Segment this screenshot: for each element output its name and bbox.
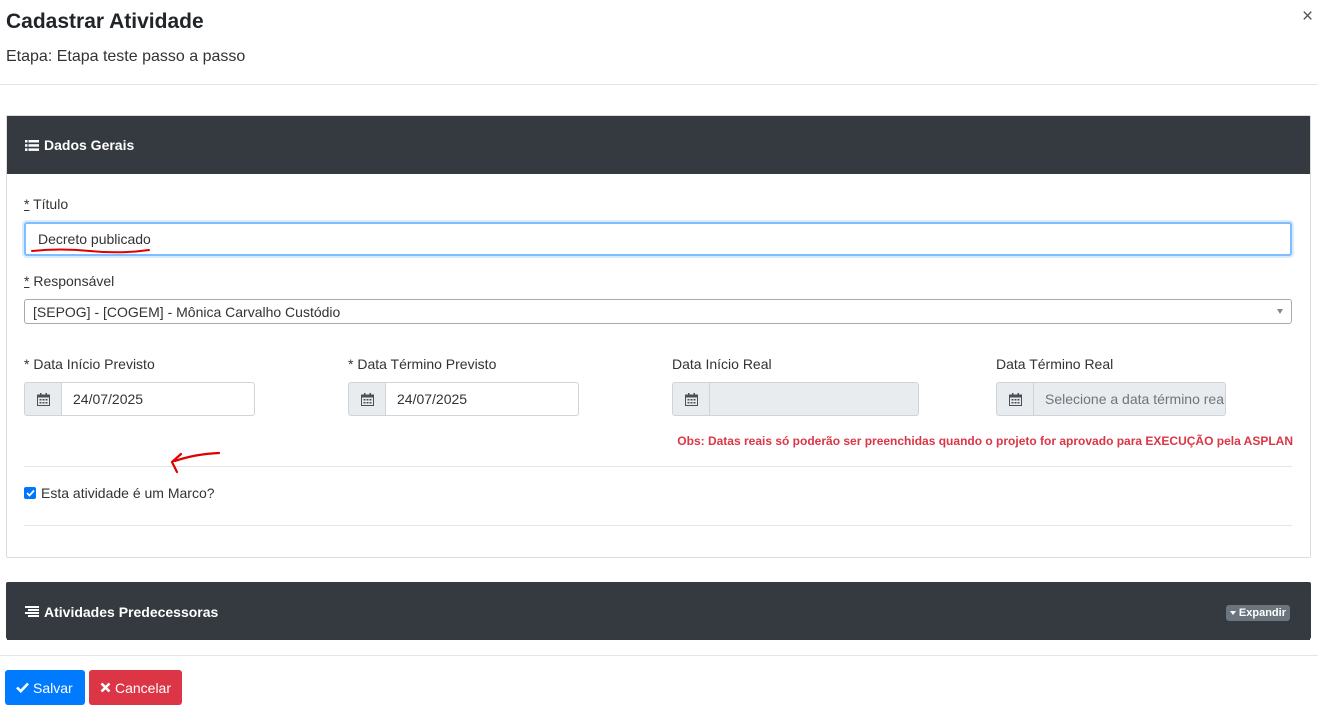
close-button[interactable]: ×	[1302, 7, 1313, 26]
calendar-icon[interactable]	[348, 382, 385, 416]
dados-gerais-header: Dados Gerais	[7, 116, 1310, 174]
chevron-down-icon	[1277, 309, 1283, 314]
times-icon	[100, 682, 111, 693]
modal-subtitle: Etapa: Etapa teste passo a passo	[6, 48, 246, 65]
titulo-label: * Título	[24, 196, 68, 212]
expand-label: Expandir	[1238, 607, 1286, 619]
data-termino-real-input[interactable]: Selecione a data término real	[1033, 382, 1226, 416]
data-inicio-real-group	[672, 382, 919, 416]
data-termino-real-group: Selecione a data término real	[996, 382, 1226, 416]
list-icon	[25, 606, 39, 617]
data-inicio-previsto-label: * Data Início Previsto	[24, 356, 155, 372]
calendar-icon[interactable]	[996, 382, 1033, 416]
data-inicio-real-label: Data Início Real	[672, 356, 772, 372]
divider	[24, 466, 1292, 467]
data-inicio-previsto-group: 24/07/2025	[24, 382, 255, 416]
cancel-button[interactable]: Cancelar	[89, 670, 182, 705]
responsavel-label-text: Responsável	[29, 273, 115, 289]
footer-divider	[0, 655, 1318, 656]
titulo-value: Decreto publicado	[38, 231, 151, 247]
modal-title: Cadastrar Atividade	[6, 10, 204, 33]
titulo-label-text: Título	[29, 196, 69, 212]
list-icon	[25, 139, 39, 151]
dados-gerais-title: Dados Gerais	[44, 137, 135, 153]
atividades-predecessoras-card: Atividades Predecessoras Expandir	[6, 582, 1311, 640]
save-label: Salvar	[33, 679, 73, 696]
atividades-predecessoras-title: Atividades Predecessoras	[44, 603, 219, 620]
responsavel-select[interactable]: [SEPOG] - [COGEM] - Mônica Carvalho Cust…	[24, 299, 1292, 324]
data-termino-previsto-label: * Data Término Previsto	[348, 356, 497, 372]
titulo-input[interactable]: Decreto publicado	[24, 222, 1292, 256]
expand-button[interactable]: Expandir	[1225, 605, 1290, 621]
data-termino-previsto-group: 24/07/2025	[348, 382, 579, 416]
cancel-label: Cancelar	[114, 679, 171, 696]
calendar-icon[interactable]	[672, 382, 709, 416]
data-termino-previsto-input[interactable]: 24/07/2025	[385, 382, 579, 416]
modal-header: Cadastrar Atividade Etapa: Etapa teste p…	[0, 0, 1318, 85]
check-icon	[16, 682, 29, 693]
atividades-predecessoras-header[interactable]: Atividades Predecessoras Expandir	[7, 583, 1310, 640]
responsavel-value: [SEPOG] - [COGEM] - Mônica Carvalho Cust…	[33, 303, 341, 320]
data-inicio-real-input[interactable]	[709, 382, 919, 416]
divider	[24, 525, 1292, 526]
marco-checkbox[interactable]	[24, 487, 36, 499]
save-button[interactable]: Salvar	[5, 670, 85, 705]
data-termino-real-label: Data Término Real	[996, 356, 1114, 372]
responsavel-label: * Responsável	[24, 273, 114, 289]
marco-checkbox-label: Esta atividade é um Marco?	[41, 485, 215, 501]
caret-down-icon	[1229, 611, 1236, 615]
calendar-icon[interactable]	[24, 382, 61, 416]
marco-checkbox-row[interactable]: Esta atividade é um Marco?	[24, 485, 215, 501]
obs-warning-text: Obs: Datas reais só poderão ser preenchi…	[677, 434, 1293, 448]
data-inicio-previsto-input[interactable]: 24/07/2025	[61, 382, 255, 416]
